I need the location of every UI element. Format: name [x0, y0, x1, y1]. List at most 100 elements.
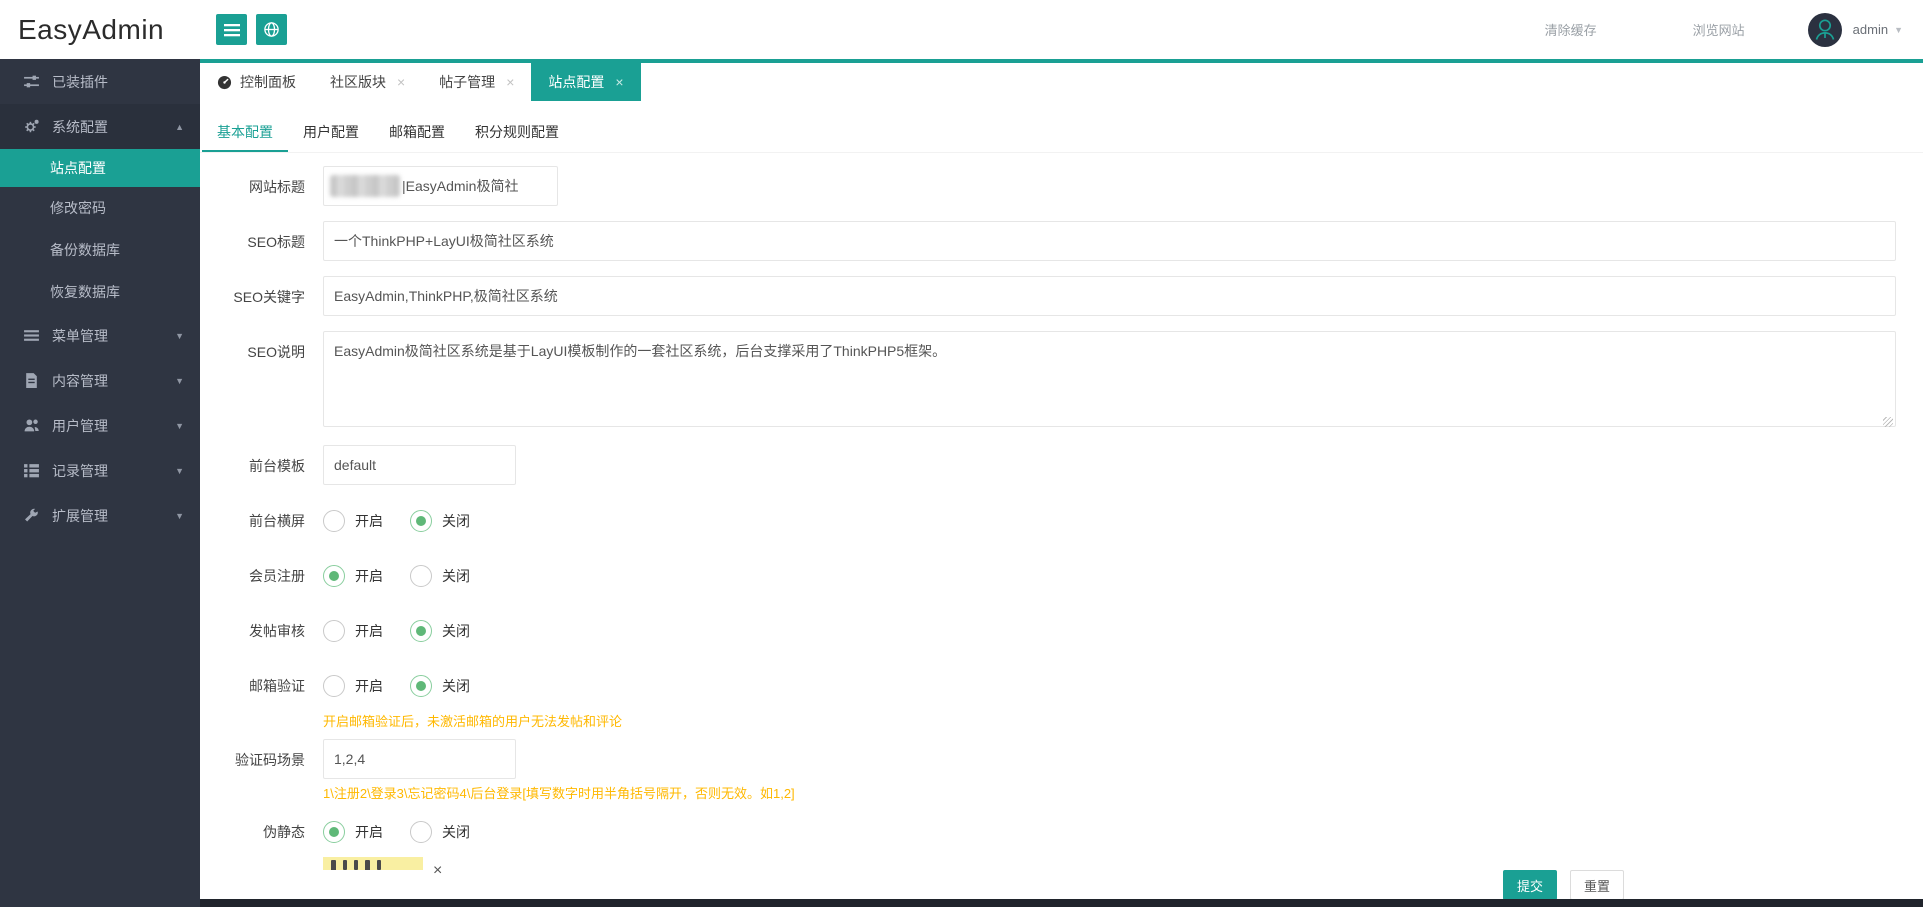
tab-dashboard[interactable]: 控制面板 — [200, 63, 313, 101]
caret-down-icon: ▼ — [175, 421, 184, 431]
sidebar-item-menu-management[interactable]: 菜单管理 ▼ — [0, 313, 200, 358]
chevron-down-icon: ▼ — [1894, 25, 1903, 35]
redacted-text-block — [330, 175, 400, 197]
field-label: SEO说明 — [200, 331, 323, 432]
field-label: 发帖审核 — [200, 610, 323, 652]
user-menu[interactable]: admin ▼ — [1807, 12, 1903, 48]
email-verify-radio-on[interactable]: 开启 — [323, 675, 383, 697]
sidebar-item-system-config[interactable]: 系统配置 ▲ — [0, 104, 200, 149]
clipped-yellow-value — [323, 857, 423, 870]
email-verify-radio-off[interactable]: 关闭 — [410, 675, 470, 697]
config-tabbar: 基本配置 用户配置 邮箱配置 积分规则配置 — [200, 101, 1923, 153]
sliders-icon — [23, 73, 40, 90]
radio-circle — [410, 510, 432, 532]
site-title-input[interactable]: |EasyAdmin极简社 — [323, 166, 558, 206]
tab-site-config[interactable]: 站点配置 × — [531, 63, 640, 101]
tab-email-config[interactable]: 邮箱配置 — [374, 112, 460, 152]
field-label: SEO关键字 — [200, 276, 323, 318]
sidebar-item-record-management[interactable]: 记录管理 ▼ — [0, 448, 200, 493]
sidebar-subitem-site-config[interactable]: 站点配置 — [0, 149, 200, 187]
radio-circle — [410, 675, 432, 697]
member-register-radio-off[interactable]: 关闭 — [410, 565, 470, 587]
site-title-visible-value: |EasyAdmin极简社 — [402, 176, 518, 196]
caret-down-icon: ▼ — [175, 511, 184, 521]
app-logo: EasyAdmin — [18, 0, 200, 59]
gears-icon — [23, 118, 40, 135]
front-landscape-radio-off[interactable]: 关闭 — [410, 510, 470, 532]
clear-cache-link[interactable]: 清除缓存 — [1545, 20, 1597, 39]
field-label: 网站标题 — [200, 166, 323, 208]
radio-label: 开启 — [355, 566, 383, 586]
front-template-input[interactable] — [323, 445, 516, 485]
sidebar-item-label: 系统配置 — [52, 117, 108, 137]
submit-button[interactable]: 提交 — [1503, 870, 1557, 900]
tab-basic-config[interactable]: 基本配置 — [202, 112, 288, 152]
tab-user-config[interactable]: 用户配置 — [288, 112, 374, 152]
field-label: 邮箱验证 — [200, 665, 323, 731]
sidebar-subitem-restore-database[interactable]: 恢复数据库 — [0, 271, 200, 313]
field-label — [200, 857, 323, 879]
sidebar-item-installed-plugins[interactable]: 已装插件 — [0, 59, 200, 104]
caret-down-icon: ▼ — [175, 466, 184, 476]
tab-points-rule-config[interactable]: 积分规则配置 — [460, 112, 574, 152]
sidebar-subitem-backup-database[interactable]: 备份数据库 — [0, 229, 200, 271]
refresh-site-button[interactable] — [256, 14, 287, 45]
pseudo-static-radio-off[interactable]: 关闭 — [410, 821, 470, 843]
field-label: 伪静态 — [200, 811, 323, 853]
tab-post-management[interactable]: 帖子管理 × — [422, 63, 531, 101]
radio-circle — [410, 565, 432, 587]
sidebar-item-extension-management[interactable]: 扩展管理 ▼ — [0, 493, 200, 538]
close-icon[interactable]: × — [506, 75, 514, 89]
main-content: 控制面板 社区版块 × 帖子管理 × 站点配置 × 基本配置 用户配置 邮箱配置… — [200, 59, 1923, 907]
field-label: 验证码场景 — [200, 739, 323, 803]
close-icon[interactable]: × — [397, 75, 405, 89]
front-landscape-radio-on[interactable]: 开启 — [323, 510, 383, 532]
username-label: admin — [1853, 22, 1888, 37]
radio-label: 关闭 — [442, 676, 470, 696]
radio-label: 开启 — [355, 822, 383, 842]
form-actions: 提交 重置 — [1503, 870, 1624, 900]
member-register-radio-on[interactable]: 开启 — [323, 565, 383, 587]
sidebar-subitem-change-password[interactable]: 修改密码 — [0, 187, 200, 229]
sidebar-item-label: 扩展管理 — [52, 506, 108, 526]
avatar — [1807, 12, 1843, 48]
post-audit-radio-off[interactable]: 关闭 — [410, 620, 470, 642]
radio-circle — [410, 620, 432, 642]
tab-label: 站点配置 — [548, 72, 604, 92]
captcha-scene-input[interactable] — [323, 739, 516, 779]
field-label: 前台横屏 — [200, 500, 323, 542]
post-audit-radio-on[interactable]: 开启 — [323, 620, 383, 642]
radio-label: 关闭 — [442, 566, 470, 586]
tab-label: 社区版块 — [330, 72, 386, 92]
seo-keywords-input[interactable] — [323, 276, 1896, 316]
collapse-sidebar-button[interactable] — [216, 14, 247, 45]
field-label: SEO标题 — [200, 221, 323, 263]
radio-circle — [323, 620, 345, 642]
sidebar-item-user-management[interactable]: 用户管理 ▼ — [0, 403, 200, 448]
tab-label: 帖子管理 — [439, 72, 495, 92]
sidebar-subitem-label: 修改密码 — [50, 198, 106, 218]
close-icon[interactable]: × — [615, 75, 623, 89]
seo-title-input[interactable] — [323, 221, 1896, 261]
radio-label: 开启 — [355, 621, 383, 641]
sidebar-item-content-management[interactable]: 内容管理 ▼ — [0, 358, 200, 403]
textarea-resize-handle[interactable] — [1883, 417, 1893, 427]
close-icon[interactable]: × — [433, 863, 442, 879]
radio-label: 开启 — [355, 511, 383, 531]
sidebar-subitem-label: 备份数据库 — [50, 240, 120, 260]
tab-community-sections[interactable]: 社区版块 × — [313, 63, 422, 101]
list-icon — [23, 327, 40, 344]
bottom-edge-strip — [200, 899, 1923, 907]
browse-site-link[interactable]: 浏览网站 — [1693, 20, 1745, 39]
sidebar-item-label: 已装插件 — [52, 72, 108, 92]
tab-label: 控制面板 — [240, 72, 296, 92]
globe-icon — [263, 21, 280, 38]
reset-button[interactable]: 重置 — [1570, 870, 1624, 900]
hamburger-icon — [224, 23, 240, 37]
field-label: 前台模板 — [200, 445, 323, 487]
radio-circle — [323, 510, 345, 532]
caret-down-icon: ▼ — [175, 331, 184, 341]
seo-description-textarea[interactable]: EasyAdmin极简社区系统是基于LayUI模板制作的一套社区系统，后台支撑采… — [323, 331, 1896, 427]
pseudo-static-radio-on[interactable]: 开启 — [323, 821, 383, 843]
sidebar-item-label: 内容管理 — [52, 371, 108, 391]
